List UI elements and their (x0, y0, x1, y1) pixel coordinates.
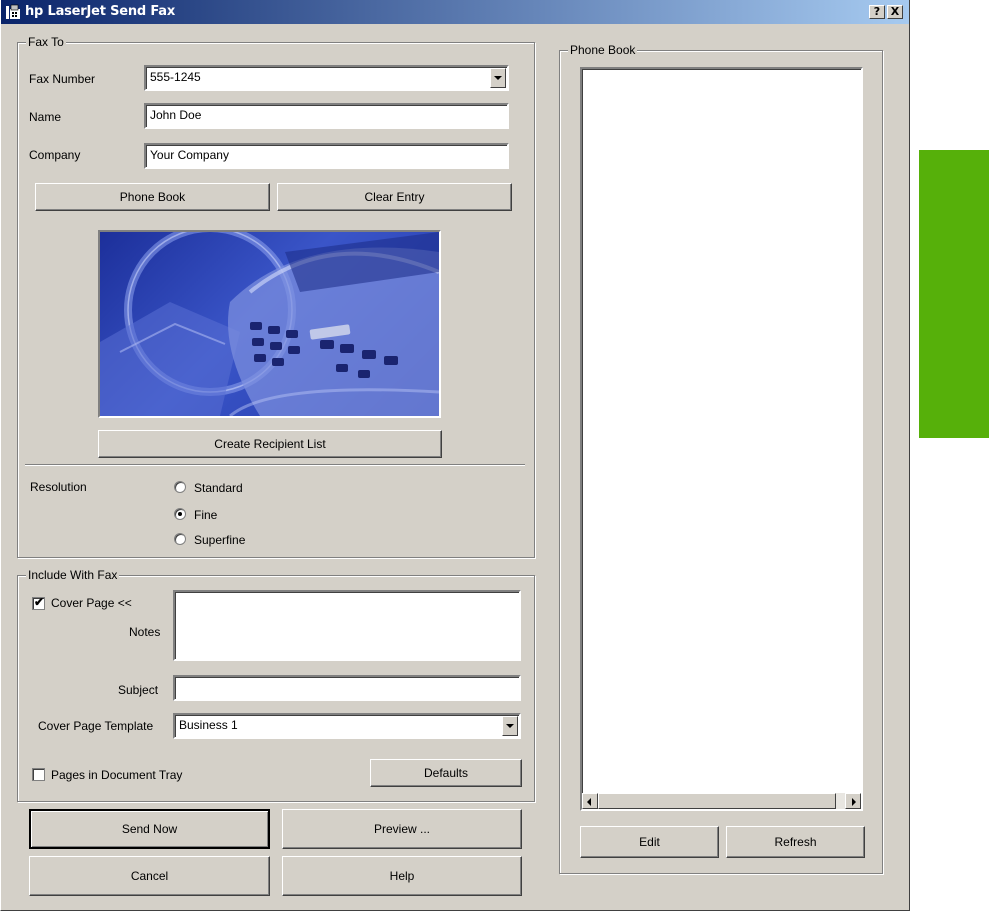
help-button[interactable]: Help (282, 856, 522, 896)
subject-label: Subject (118, 683, 159, 697)
cover-page-checkbox[interactable]: ✔ (32, 595, 45, 610)
window-title: hp LaserJet Send Fax (25, 4, 176, 19)
scroll-thumb[interactable] (598, 793, 836, 809)
superfine-label[interactable]: Superfine (194, 533, 245, 547)
fax-number-combobox[interactable]: 555-1245 (144, 65, 509, 91)
clear-entry-button[interactable]: Clear Entry (277, 183, 512, 211)
checkmark-icon: ✔ (34, 595, 45, 609)
fax-to-legend: Fax To (26, 35, 66, 49)
close-title-button[interactable]: X (887, 5, 903, 19)
fine-label[interactable]: Fine (194, 508, 217, 522)
notes-label: Notes (129, 625, 161, 639)
send-now-button[interactable]: Send Now (29, 809, 270, 849)
name-value: John Doe (150, 108, 202, 122)
preview-button[interactable]: Preview ... (282, 809, 522, 849)
cover-page-label[interactable]: Cover Page << (51, 596, 132, 610)
pages-in-tray-label[interactable]: Pages in Document Tray (51, 768, 182, 782)
scroll-left-arrow-icon (587, 798, 591, 806)
phone-book-button[interactable]: Phone Book (35, 183, 270, 211)
side-tab-marker (919, 150, 989, 438)
name-label: Name (29, 110, 62, 124)
edit-button[interactable]: Edit (580, 826, 719, 858)
resolution-label: Resolution (30, 480, 87, 494)
refresh-button[interactable]: Refresh (726, 826, 865, 858)
fax-number-value: 555-1245 (150, 70, 201, 84)
help-title-button[interactable]: ? (869, 5, 885, 19)
create-recipient-list-button[interactable]: Create Recipient List (98, 430, 442, 458)
company-label: Company (29, 148, 81, 162)
subject-field[interactable] (173, 675, 521, 701)
dropdown-arrow-icon[interactable] (490, 68, 506, 88)
standard-label[interactable]: Standard (194, 481, 243, 495)
pages-in-tray-checkbox[interactable] (32, 768, 45, 781)
company-value: Your Company (150, 148, 229, 162)
fax-app-icon (6, 4, 20, 19)
fax-machine-illustration (100, 232, 439, 416)
notes-textarea[interactable] (173, 590, 521, 661)
include-with-fax-legend: Include With Fax (26, 568, 120, 582)
name-field[interactable]: John Doe (144, 103, 509, 129)
standard-radio[interactable] (174, 481, 186, 493)
phone-book-legend: Phone Book (568, 43, 638, 57)
cover-page-template-combobox[interactable]: Business 1 (173, 713, 521, 739)
scroll-right-arrow-icon (852, 798, 856, 806)
phone-book-hscrollbar[interactable] (582, 793, 861, 809)
fine-radio[interactable] (174, 508, 186, 520)
resolution-divider (25, 464, 525, 466)
title-bar: hp LaserJet Send Fax ? X (1, 0, 909, 24)
dropdown-arrow-icon[interactable] (502, 716, 518, 736)
send-fax-dialog: hp LaserJet Send Fax ? X Fax To Fax Numb… (0, 0, 910, 911)
cover-page-template-label: Cover Page Template (38, 719, 154, 733)
cover-page-template-value: Business 1 (179, 718, 238, 732)
scroll-left-button[interactable] (582, 793, 598, 809)
company-field[interactable]: Your Company (144, 143, 509, 169)
phone-book-list[interactable] (580, 67, 863, 811)
fax-number-label: Fax Number (29, 72, 96, 86)
fax-machine-image (98, 230, 441, 418)
cancel-button[interactable]: Cancel (29, 856, 270, 896)
defaults-button[interactable]: Defaults (370, 759, 522, 787)
superfine-radio[interactable] (174, 533, 186, 545)
scroll-right-button[interactable] (845, 793, 861, 809)
